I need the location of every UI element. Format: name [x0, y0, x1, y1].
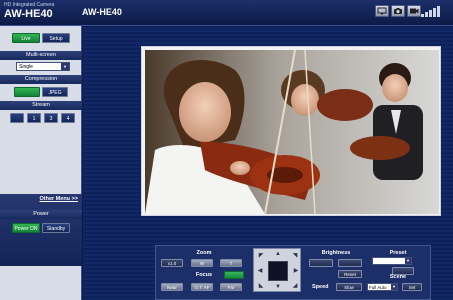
compression-jpeg-button[interactable]: JPEG [42, 87, 68, 97]
stream-title: Stream [0, 101, 82, 110]
multiscreen-value: Single [19, 64, 33, 70]
compression-title: Compression [0, 75, 82, 84]
stream-button-3[interactable]: 3 [44, 113, 58, 123]
scene-title: Scene [389, 274, 407, 280]
focus-near-button[interactable]: Near [161, 283, 183, 291]
display-icon[interactable] [375, 5, 389, 17]
left-panel: Live Setup Multi-screen Single ▼ Compres… [0, 26, 82, 300]
stream-button-1[interactable] [10, 113, 24, 123]
standby-button[interactable]: Standby [42, 223, 70, 233]
record-icon[interactable] [407, 5, 421, 17]
focus-auto-button[interactable]: O.T. AF [191, 283, 213, 291]
camera-title: AW-HE40 [82, 7, 122, 17]
chevron-down-icon: ▼ [391, 284, 397, 290]
scene-set-button[interactable]: Set [402, 283, 422, 291]
preset-title: Preset [389, 250, 407, 256]
brightness-reset-button[interactable]: Reset [338, 270, 362, 278]
speed-button[interactable]: Slow [336, 283, 362, 291]
brightness-plus-button[interactable] [338, 259, 362, 267]
scene-value: Full Auto [369, 285, 387, 290]
arrow-up-right-icon[interactable]: ◥ [291, 252, 299, 260]
preset-select[interactable]: ▼ [372, 257, 412, 265]
arrow-down-icon[interactable]: ▼ [274, 283, 282, 291]
focus-far-button[interactable]: Far [220, 283, 242, 291]
stream-button-2[interactable]: 1 [27, 113, 41, 123]
zoom-title: Zoom [196, 250, 212, 256]
chevron-down-icon: ▼ [61, 63, 69, 70]
brightness-title: Brightness [321, 250, 351, 256]
zoom-tele-button[interactable]: T [220, 259, 242, 267]
zoom-x1-button[interactable]: x1.0 [161, 259, 183, 267]
video-frame [141, 46, 441, 216]
arrow-down-left-icon[interactable]: ◣ [257, 282, 265, 290]
app-header: HD Integrated Camera AW-HE40 AW-HE40 [0, 0, 453, 26]
brightness-minus-button[interactable] [309, 259, 333, 267]
brand-model: AW-HE40 [4, 8, 53, 20]
pan-tilt-pad[interactable]: ▲ ▼ ◀ ▶ ◤ ◥ ◣ ◢ [253, 248, 301, 292]
power-on-button[interactable]: Power ON [12, 223, 40, 233]
multiscreen-title: Multi-screen [0, 51, 82, 60]
other-menu-link[interactable]: Other Menu >> [39, 196, 78, 202]
stream-button-4[interactable]: 4 [61, 113, 75, 123]
arrow-right-icon[interactable]: ▶ [292, 267, 300, 275]
arrow-down-right-icon[interactable]: ◢ [291, 282, 299, 290]
focus-toggle-button[interactable] [224, 271, 244, 279]
signal-strength-icon [421, 5, 445, 17]
camera-icon[interactable] [391, 5, 405, 17]
zoom-wide-button[interactable]: W [191, 259, 213, 267]
arrow-left-icon[interactable]: ◀ [256, 267, 264, 275]
setup-button[interactable]: Setup [42, 33, 70, 43]
chevron-down-icon: ▼ [405, 258, 411, 264]
live-video[interactable] [145, 50, 439, 214]
arrow-up-left-icon[interactable]: ◤ [257, 252, 265, 260]
pan-tilt-center[interactable] [268, 261, 288, 281]
multiscreen-select[interactable]: Single ▼ [16, 62, 70, 71]
power-title: Power [0, 210, 82, 219]
speed-title: Speed [312, 284, 329, 290]
arrow-up-icon[interactable]: ▲ [274, 250, 282, 258]
compression-h264-button[interactable] [14, 87, 40, 97]
scene-select[interactable]: Full Auto ▼ [367, 283, 398, 291]
live-button[interactable]: Live [12, 33, 40, 43]
